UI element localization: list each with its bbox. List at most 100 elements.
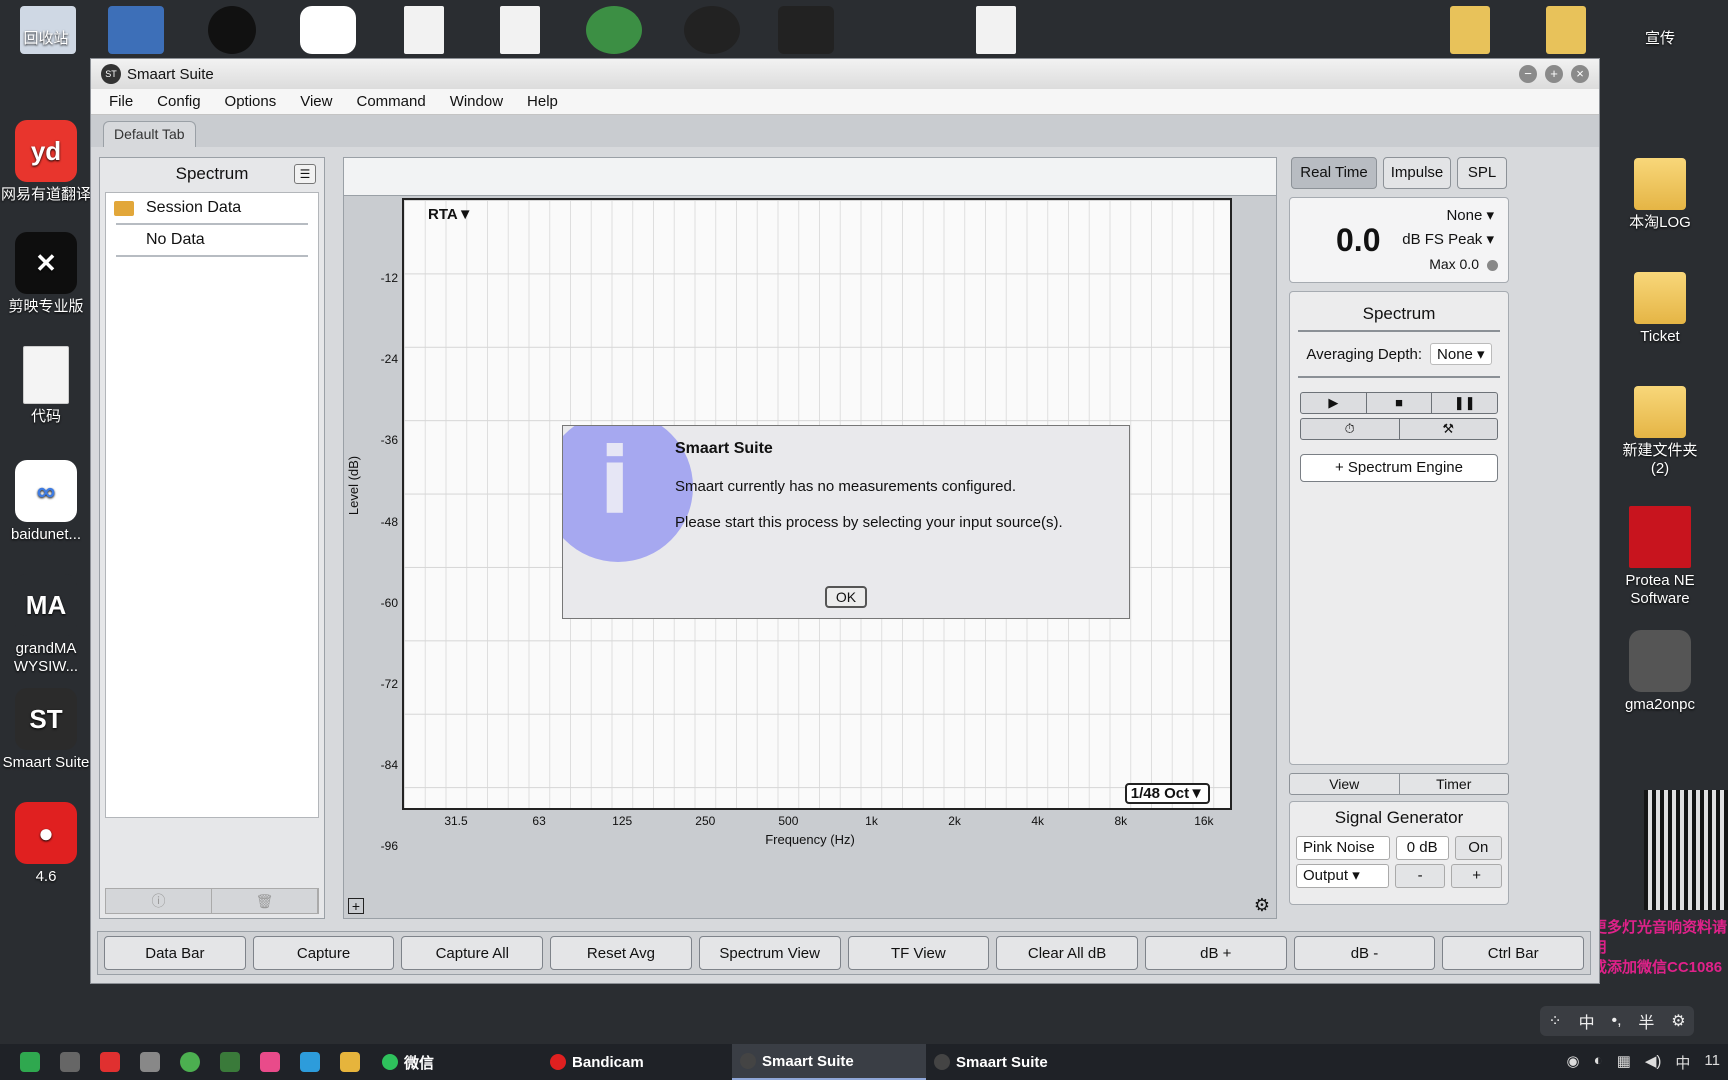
desktop-icon[interactable]: 回收站 — [0, 30, 92, 48]
ctrl-bar-button[interactable]: Ctrl Bar — [1442, 936, 1585, 970]
play-icon[interactable]: ▶ — [1301, 393, 1367, 413]
menu-options[interactable]: Options — [213, 93, 289, 110]
youdao-icon[interactable] — [100, 1052, 120, 1072]
clear-all-db-button[interactable]: Clear All dB — [996, 936, 1138, 970]
minimize-icon[interactable]: − — [1519, 65, 1537, 83]
desktop-icon[interactable]: ∞ baidunet... — [0, 460, 92, 544]
desktop-icon[interactable]: ✕ 剪映专业版 — [0, 232, 92, 316]
tencent-video-icon[interactable] — [300, 6, 356, 54]
tools-icon[interactable]: ⚒ — [1400, 419, 1498, 439]
add-spectrum-engine-button[interactable]: + Spectrum Engine — [1300, 454, 1498, 482]
folder-icon[interactable] — [1546, 6, 1586, 54]
network-icon[interactable]: ▦ — [1617, 1052, 1631, 1073]
generator-on-button[interactable]: On — [1454, 836, 1502, 860]
gear-icon[interactable]: ⚙ — [1254, 895, 1270, 916]
desktop-icon[interactable]: yd 网易有道翻译 — [0, 120, 92, 204]
menu-file[interactable]: File — [97, 93, 145, 110]
calculator-icon[interactable] — [60, 1052, 80, 1072]
download-manager-icon[interactable] — [586, 6, 642, 54]
pause-icon[interactable]: ❚❚ — [1432, 393, 1497, 413]
title-bar[interactable]: ST Smaart Suite − + × — [91, 59, 1599, 89]
v7-icon[interactable] — [778, 6, 834, 54]
timer-tab[interactable]: Timer — [1400, 774, 1509, 794]
menu-config[interactable]: Config — [145, 93, 212, 110]
desktop-icon-label: 4.6 — [35, 868, 57, 885]
desktop-icon[interactable]: 新建文件夹 (2) — [1614, 386, 1706, 478]
file-explorer-icon[interactable] — [340, 1052, 360, 1072]
level-decrease-button[interactable]: - — [1394, 864, 1446, 888]
level-increase-button[interactable]: + — [1451, 864, 1502, 888]
meter-unit-dropdown[interactable]: dB FS Peak ▾ — [1402, 230, 1494, 248]
ok-button[interactable]: OK — [825, 586, 867, 608]
desktop-icon[interactable]: gma2onpc — [1614, 630, 1706, 714]
data-bar-button[interactable]: Data Bar — [104, 936, 246, 970]
document-icon[interactable] — [404, 6, 444, 54]
desktop-icon[interactable]: Protea NE Software — [1614, 506, 1706, 608]
noise-type-select[interactable]: Pink Noise ▾ — [1296, 836, 1390, 878]
document-icon[interactable] — [500, 6, 540, 54]
maximize-icon[interactable]: + — [1545, 65, 1563, 83]
output-select[interactable]: Output ▾ — [1296, 864, 1389, 888]
stop-icon[interactable]: ■ — [1367, 393, 1433, 413]
spl-button[interactable]: SPL — [1457, 157, 1507, 189]
hamburger-menu-icon[interactable]: ☰ — [294, 164, 316, 184]
menu-window[interactable]: Window — [438, 93, 515, 110]
desktop-icon[interactable]: Ticket — [1614, 272, 1706, 346]
volume-icon[interactable]: ◀) — [1645, 1052, 1662, 1073]
computer-icon[interactable] — [108, 6, 164, 54]
desktop-icon[interactable]: ST Smaart Suite — [0, 688, 92, 772]
taskbar-bandicam[interactable]: Bandicam — [542, 1044, 732, 1080]
ime-language-tray[interactable]: 中 — [1675, 1052, 1690, 1073]
trash-icon[interactable]: 🗑 — [212, 889, 318, 913]
spectrum-view-button[interactable]: Spectrum View — [698, 936, 841, 970]
wechat-tray-icon[interactable]: ◐ — [1594, 1052, 1603, 1073]
desktop-icon[interactable]: MA grandMA WYSIW... — [0, 574, 92, 676]
app-icon[interactable] — [220, 1052, 240, 1072]
tool-icon[interactable] — [140, 1052, 160, 1072]
tf-view-button[interactable]: TF View — [847, 936, 990, 970]
reset-avg-button[interactable]: Reset Avg — [550, 936, 692, 970]
record-icon[interactable]: ◉ — [1567, 1052, 1580, 1073]
timer-icon[interactable]: ⏱ — [1301, 419, 1400, 439]
taskbar-smaart-2[interactable]: Smaart Suite — [926, 1044, 1120, 1080]
capture-all-button[interactable]: Capture All — [401, 936, 544, 970]
browser-icon[interactable] — [180, 1052, 200, 1072]
menu-help[interactable]: Help — [515, 93, 570, 110]
db-minus-button[interactable]: dB - — [1293, 936, 1436, 970]
video-icon[interactable] — [300, 1052, 320, 1072]
view-tab[interactable]: View — [1290, 774, 1400, 794]
ime-toolbar[interactable]: ⁘ 中 •, 半 ⚙ — [1540, 1006, 1694, 1036]
menu-view[interactable]: View — [288, 93, 344, 110]
close-icon[interactable]: × — [1571, 65, 1589, 83]
desktop-icon[interactable]: ● 4.6 — [0, 802, 92, 886]
menu-command[interactable]: Command — [344, 93, 437, 110]
rta-dropdown[interactable]: RTA▼ — [428, 206, 473, 223]
desktop-icon[interactable]: 本淘LOG — [1614, 158, 1706, 232]
resolution-dropdown[interactable]: 1/48 Oct▼ — [1124, 783, 1210, 804]
desktop-icon[interactable]: 代码 — [0, 346, 92, 426]
ime-language[interactable]: 中 — [1579, 1009, 1595, 1033]
ime-settings-icon[interactable]: ⚙ — [1671, 1011, 1685, 1031]
db-plus-button[interactable]: dB + — [1144, 936, 1287, 970]
folder-icon[interactable] — [1450, 6, 1490, 54]
generator-level-field[interactable]: 0 dB — [1395, 836, 1449, 860]
v8-icon[interactable] — [684, 6, 740, 54]
qq-icon[interactable] — [208, 6, 256, 54]
tree-item-session-data[interactable]: Session Data — [106, 193, 318, 223]
meter-source-dropdown[interactable]: None ▾ — [1446, 206, 1494, 224]
clock[interactable]: 11 — [1704, 1052, 1720, 1073]
info-icon[interactable]: ⓘ — [106, 889, 212, 913]
real-time-button[interactable]: Real Time — [1291, 157, 1377, 189]
impulse-button[interactable]: Impulse — [1383, 157, 1451, 189]
taskbar-wechat[interactable]: 微信 — [374, 1044, 442, 1080]
media-icon[interactable] — [260, 1052, 280, 1072]
start-icon[interactable] — [20, 1052, 40, 1072]
averaging-select[interactable]: None ▾ — [1430, 343, 1492, 365]
document-icon[interactable] — [976, 6, 1016, 54]
tab-default[interactable]: Default Tab — [103, 121, 196, 147]
taskbar-smaart-1[interactable]: Smaart Suite — [732, 1044, 927, 1080]
add-plot-icon[interactable]: + — [348, 898, 364, 914]
capture-button[interactable]: Capture — [252, 936, 395, 970]
desktop-icon[interactable]: 宣传 — [1614, 30, 1706, 48]
ime-width[interactable]: 半 — [1638, 1009, 1654, 1033]
